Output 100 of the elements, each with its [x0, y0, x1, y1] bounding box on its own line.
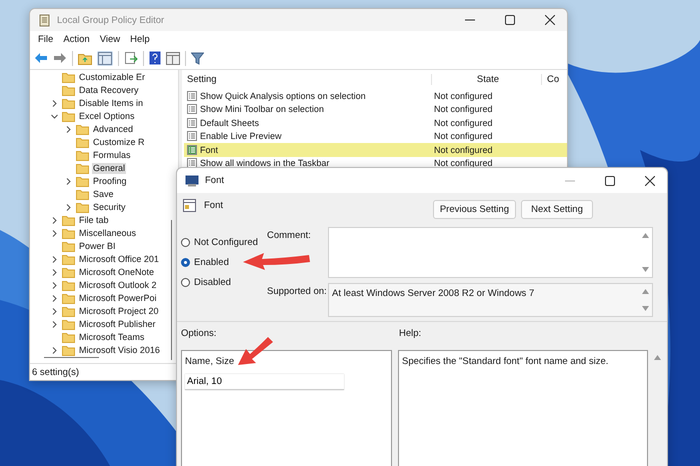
- tree-item[interactable]: General: [92, 163, 126, 174]
- chevron-right-icon[interactable]: [51, 295, 58, 302]
- folder-icon: [62, 254, 75, 265]
- comment-field[interactable]: [328, 227, 653, 278]
- scroll-up-icon[interactable]: [642, 289, 649, 294]
- setting-row[interactable]: Enable Live Preview Not configured: [184, 130, 567, 143]
- tree-item[interactable]: Miscellaneous: [78, 228, 138, 239]
- tree-item[interactable]: Excel Options: [78, 111, 136, 122]
- tree-item[interactable]: File tab: [78, 215, 110, 226]
- maximize-icon[interactable]: [505, 15, 515, 25]
- policy-setting-icon: [187, 144, 197, 155]
- folder-icon: [62, 306, 75, 317]
- radio-label: Not Configured: [194, 236, 258, 248]
- tree-item[interactable]: Power BI: [78, 241, 117, 252]
- scroll-down-icon[interactable]: [642, 306, 649, 311]
- tree-item[interactable]: Advanced: [92, 124, 134, 135]
- setting-row[interactable]: Font Not configured: [184, 143, 567, 156]
- setting-state: Not configured: [433, 90, 494, 101]
- tree-item[interactable]: Microsoft Visio 2016: [78, 345, 161, 356]
- folder-icon: [62, 72, 75, 83]
- tree-item[interactable]: Customize R: [92, 137, 146, 148]
- setting-row[interactable]: Default Sheets Not configured: [184, 116, 567, 130]
- folder-icon: [76, 176, 89, 187]
- tree-item[interactable]: Microsoft Outlook 2: [78, 280, 158, 291]
- filter-icon[interactable]: [191, 52, 204, 64]
- tree-item[interactable]: Disable Items in: [78, 98, 144, 109]
- scroll-up-icon[interactable]: [642, 233, 649, 238]
- chevron-right-icon[interactable]: [51, 256, 58, 263]
- setting-row[interactable]: Show Mini Toolbar on selection Not configured: [184, 102, 567, 116]
- setting-name: Font: [200, 144, 218, 155]
- tree-item[interactable]: Security: [92, 202, 127, 213]
- setting-row[interactable]: Show Quick Analysis options on selection Not configured: [184, 89, 567, 102]
- folder-icon: [62, 85, 75, 96]
- policy-setting-icon: [187, 104, 197, 114]
- folder-icon: [62, 280, 75, 291]
- chevron-right-icon[interactable]: [51, 347, 58, 354]
- chevron-down-icon[interactable]: [51, 113, 58, 120]
- folder-icon: [62, 319, 75, 330]
- menu-item[interactable]: File: [38, 34, 54, 44]
- folder-icon: [76, 202, 89, 213]
- window-title: Font: [205, 175, 224, 186]
- tree-item[interactable]: Formulas: [92, 150, 132, 161]
- console-tree-icon[interactable]: [97, 50, 113, 66]
- radio-button[interactable]: [181, 258, 190, 266]
- pointer-arrow: [243, 253, 310, 270]
- chevron-right-icon[interactable]: [51, 230, 58, 237]
- scroll-down-icon[interactable]: [642, 267, 649, 272]
- tree-item[interactable]: Save: [92, 189, 115, 200]
- window-title: Local Group Policy Editor: [57, 14, 164, 26]
- radio-button[interactable]: [181, 278, 190, 286]
- chevron-right-icon[interactable]: [51, 308, 58, 315]
- chevron-right-icon[interactable]: [65, 204, 72, 211]
- help-icon[interactable]: [149, 51, 161, 65]
- back-arrow-icon[interactable]: [34, 52, 48, 64]
- column-header[interactable]: State: [431, 74, 542, 85]
- chevron-right-icon[interactable]: [51, 321, 58, 328]
- help-text: Specifies the "Standard font" font name and size.: [402, 356, 608, 367]
- chevron-right-icon[interactable]: [51, 269, 58, 276]
- maximize-icon[interactable]: [605, 176, 615, 186]
- field-label: Supported on:: [267, 285, 327, 297]
- forward-arrow-icon[interactable]: [53, 52, 67, 64]
- close-icon[interactable]: [545, 15, 555, 25]
- tree-item[interactable]: Microsoft Office 201: [78, 254, 160, 265]
- tree-item[interactable]: Data Recovery: [78, 85, 140, 96]
- export-list-icon[interactable]: [124, 51, 138, 65]
- column-header[interactable]: Setting: [184, 74, 431, 85]
- nav-button[interactable]: Previous Setting: [432, 200, 516, 219]
- nav-button[interactable]: Next Setting: [521, 200, 593, 219]
- tree-item[interactable]: Customizable Er: [78, 72, 146, 83]
- field-label: Comment:: [267, 229, 311, 241]
- tree-item[interactable]: Microsoft Publisher: [78, 319, 157, 330]
- chevron-right-icon[interactable]: [51, 282, 58, 289]
- folder-icon: [76, 189, 89, 200]
- font-input-field[interactable]: Arial, 10: [185, 374, 344, 390]
- chevron-right-icon[interactable]: [51, 217, 58, 224]
- scrollbar[interactable]: [170, 220, 172, 360]
- setting-name: Show Quick Analysis options on selection: [200, 90, 366, 101]
- chevron-right-icon[interactable]: [51, 100, 58, 107]
- menu-item[interactable]: Action: [63, 34, 90, 44]
- chevron-right-icon[interactable]: [65, 178, 72, 185]
- menu-item[interactable]: View: [100, 34, 120, 44]
- tree-item[interactable]: Microsoft Project 20: [78, 306, 160, 317]
- column-header[interactable]: Co: [542, 74, 560, 85]
- chevron-right-icon[interactable]: [65, 126, 72, 133]
- window-pane-icon[interactable]: [166, 52, 180, 64]
- folder-icon: [76, 150, 89, 161]
- folder-icon: [62, 345, 75, 356]
- folder-icon: [62, 241, 75, 252]
- radio-button[interactable]: [181, 238, 190, 246]
- setting-name: Enable Live Preview: [200, 131, 282, 142]
- close-icon[interactable]: [645, 176, 655, 186]
- tree-item[interactable]: Proofing: [92, 176, 128, 187]
- folder-up-icon[interactable]: [78, 52, 92, 64]
- tree-item[interactable]: Microsoft Teams: [78, 332, 146, 343]
- setting-state: Not configured: [433, 144, 494, 155]
- scrollbar[interactable]: [44, 356, 99, 358]
- tree-item[interactable]: Microsoft PowerPoi: [78, 293, 158, 304]
- menu-item[interactable]: Help: [130, 34, 150, 44]
- tree-item[interactable]: Microsoft OneNote: [78, 267, 156, 278]
- radio-label: Disabled: [194, 276, 231, 288]
